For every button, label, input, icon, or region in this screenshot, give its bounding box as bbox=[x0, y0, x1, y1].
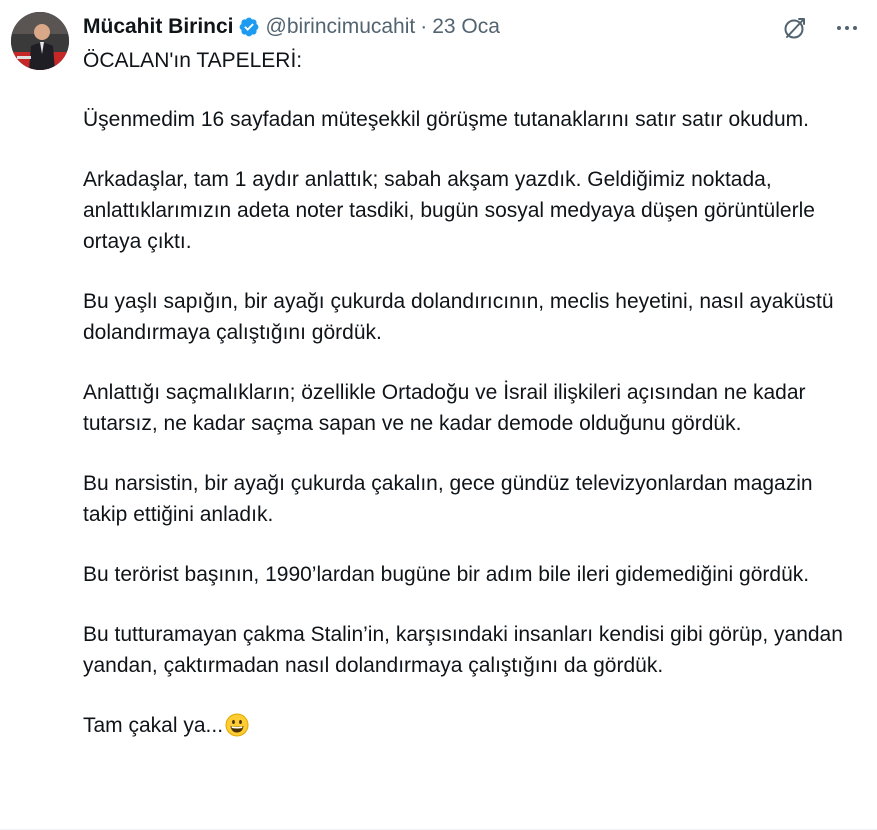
author-name[interactable]: Mücahit Birinci bbox=[83, 12, 234, 42]
tweet-paragraph: ÖCALAN'ın TAPELERİ: bbox=[83, 49, 303, 72]
avatar[interactable] bbox=[11, 12, 69, 70]
grinning-face-emoji bbox=[225, 713, 249, 737]
tweet-paragraph: Anlattığı saçmalıkların; özellikle Ortad… bbox=[83, 381, 806, 435]
tweet-paragraph: Bu narsistin, bir ayağı çukurda çakalın,… bbox=[83, 472, 813, 526]
separator-dot: · bbox=[420, 15, 428, 38]
verified-badge-icon[interactable] bbox=[238, 16, 260, 38]
tweet-actions bbox=[781, 14, 861, 42]
tweet-paragraph: Bu terörist başının, 1990’lardan bugüne … bbox=[83, 563, 810, 586]
tweet-date[interactable]: 23 Oca bbox=[432, 12, 500, 42]
author-handle[interactable]: @birincimucahit bbox=[266, 12, 416, 42]
avatar-image bbox=[11, 12, 69, 70]
tweet-header: Mücahit Birinci @birincimucahit · 23 Oca bbox=[83, 12, 500, 42]
grok-icon bbox=[784, 18, 805, 39]
tweet: Mücahit Birinci @birincimucahit · 23 Oca bbox=[0, 0, 877, 830]
more-icon bbox=[837, 26, 857, 30]
tweet-text: ÖCALAN'ın TAPELERİ: Üşenmedim 16 sayfada… bbox=[83, 45, 843, 770]
tweet-closing-line: Tam çakal ya... bbox=[83, 710, 843, 741]
more-button[interactable] bbox=[833, 14, 861, 42]
tweet-closing-text: Tam çakal ya... bbox=[83, 714, 224, 737]
tweet-paragraph: Bu yaşlı sapığın, bir ayağı çukurda dola… bbox=[83, 290, 834, 344]
grok-button[interactable] bbox=[781, 14, 809, 42]
tweet-paragraph: Arkadaşlar, tam 1 aydır anlattık; sabah … bbox=[83, 168, 815, 253]
tweet-paragraph: Bu tutturamayan çakma Stalin’in, karşısı… bbox=[83, 623, 843, 677]
tweet-paragraph: Üşenmedim 16 sayfadan müteşekkil görüşme… bbox=[83, 108, 809, 131]
